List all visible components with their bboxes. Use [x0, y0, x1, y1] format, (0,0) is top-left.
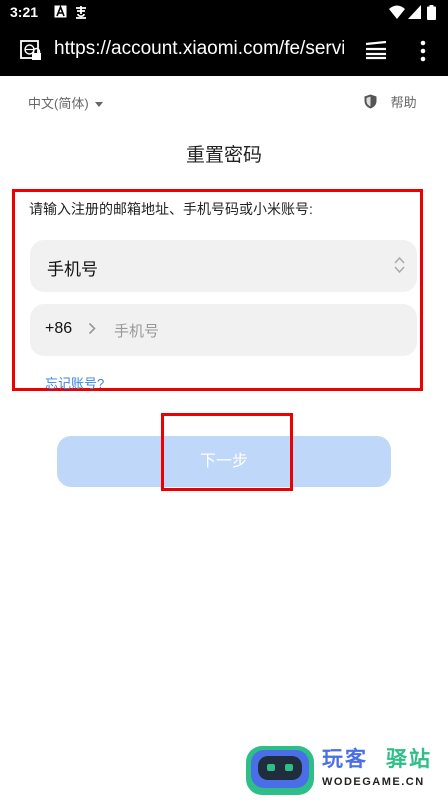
app-notification-icon [74, 5, 88, 24]
notification-a-icon [54, 4, 67, 23]
game-controller-logo-icon [243, 743, 317, 803]
country-code-selector[interactable]: +86 [45, 320, 72, 338]
more-menu-icon[interactable] [420, 40, 426, 67]
chevron-up-down-icon [394, 256, 405, 279]
wifi-icon [389, 5, 405, 24]
language-label: 中文(简体) [28, 96, 89, 111]
status-time: 3:21 [10, 4, 39, 20]
account-type-value: 手机号 [47, 260, 98, 279]
signal-icon [408, 5, 421, 24]
language-selector[interactable]: 中文(简体) [28, 93, 103, 112]
watermark: 玩客 驿站 WODEGAME.CN [243, 743, 448, 798]
watermark-brand-1: 玩客 [322, 748, 368, 771]
help-label: 帮助 [390, 95, 417, 110]
tabs-icon[interactable] [364, 40, 388, 65]
instruction-text: 请输入注册的邮箱地址、手机号码或小米账号: [29, 201, 313, 217]
help-link[interactable]: 帮助 [364, 92, 417, 111]
caret-down-icon [94, 102, 103, 108]
phone-field: +86 [30, 304, 417, 356]
highlight-box-next [161, 413, 293, 491]
site-info-icon[interactable] [20, 40, 42, 67]
chevron-right-icon[interactable] [88, 322, 96, 340]
shield-icon [364, 94, 377, 109]
url-text[interactable]: https://account.xiaomi.com/fe/servi [54, 38, 344, 60]
page-title: 重置密码 [185, 145, 262, 166]
watermark-domain: WODEGAME.CN [322, 776, 425, 788]
battery-icon [427, 5, 436, 25]
status-bar: 3:21 [0, 0, 448, 24]
forgot-account-link[interactable]: 忘记账号? [45, 373, 104, 392]
browser-toolbar: https://account.xiaomi.com/fe/servi [0, 24, 448, 76]
watermark-brand-2: 驿站 [386, 748, 432, 771]
account-type-select[interactable]: 手机号 [30, 240, 417, 292]
page-header: 中文(简体) 帮助 [0, 90, 448, 114]
phone-number-input[interactable] [112, 314, 406, 348]
